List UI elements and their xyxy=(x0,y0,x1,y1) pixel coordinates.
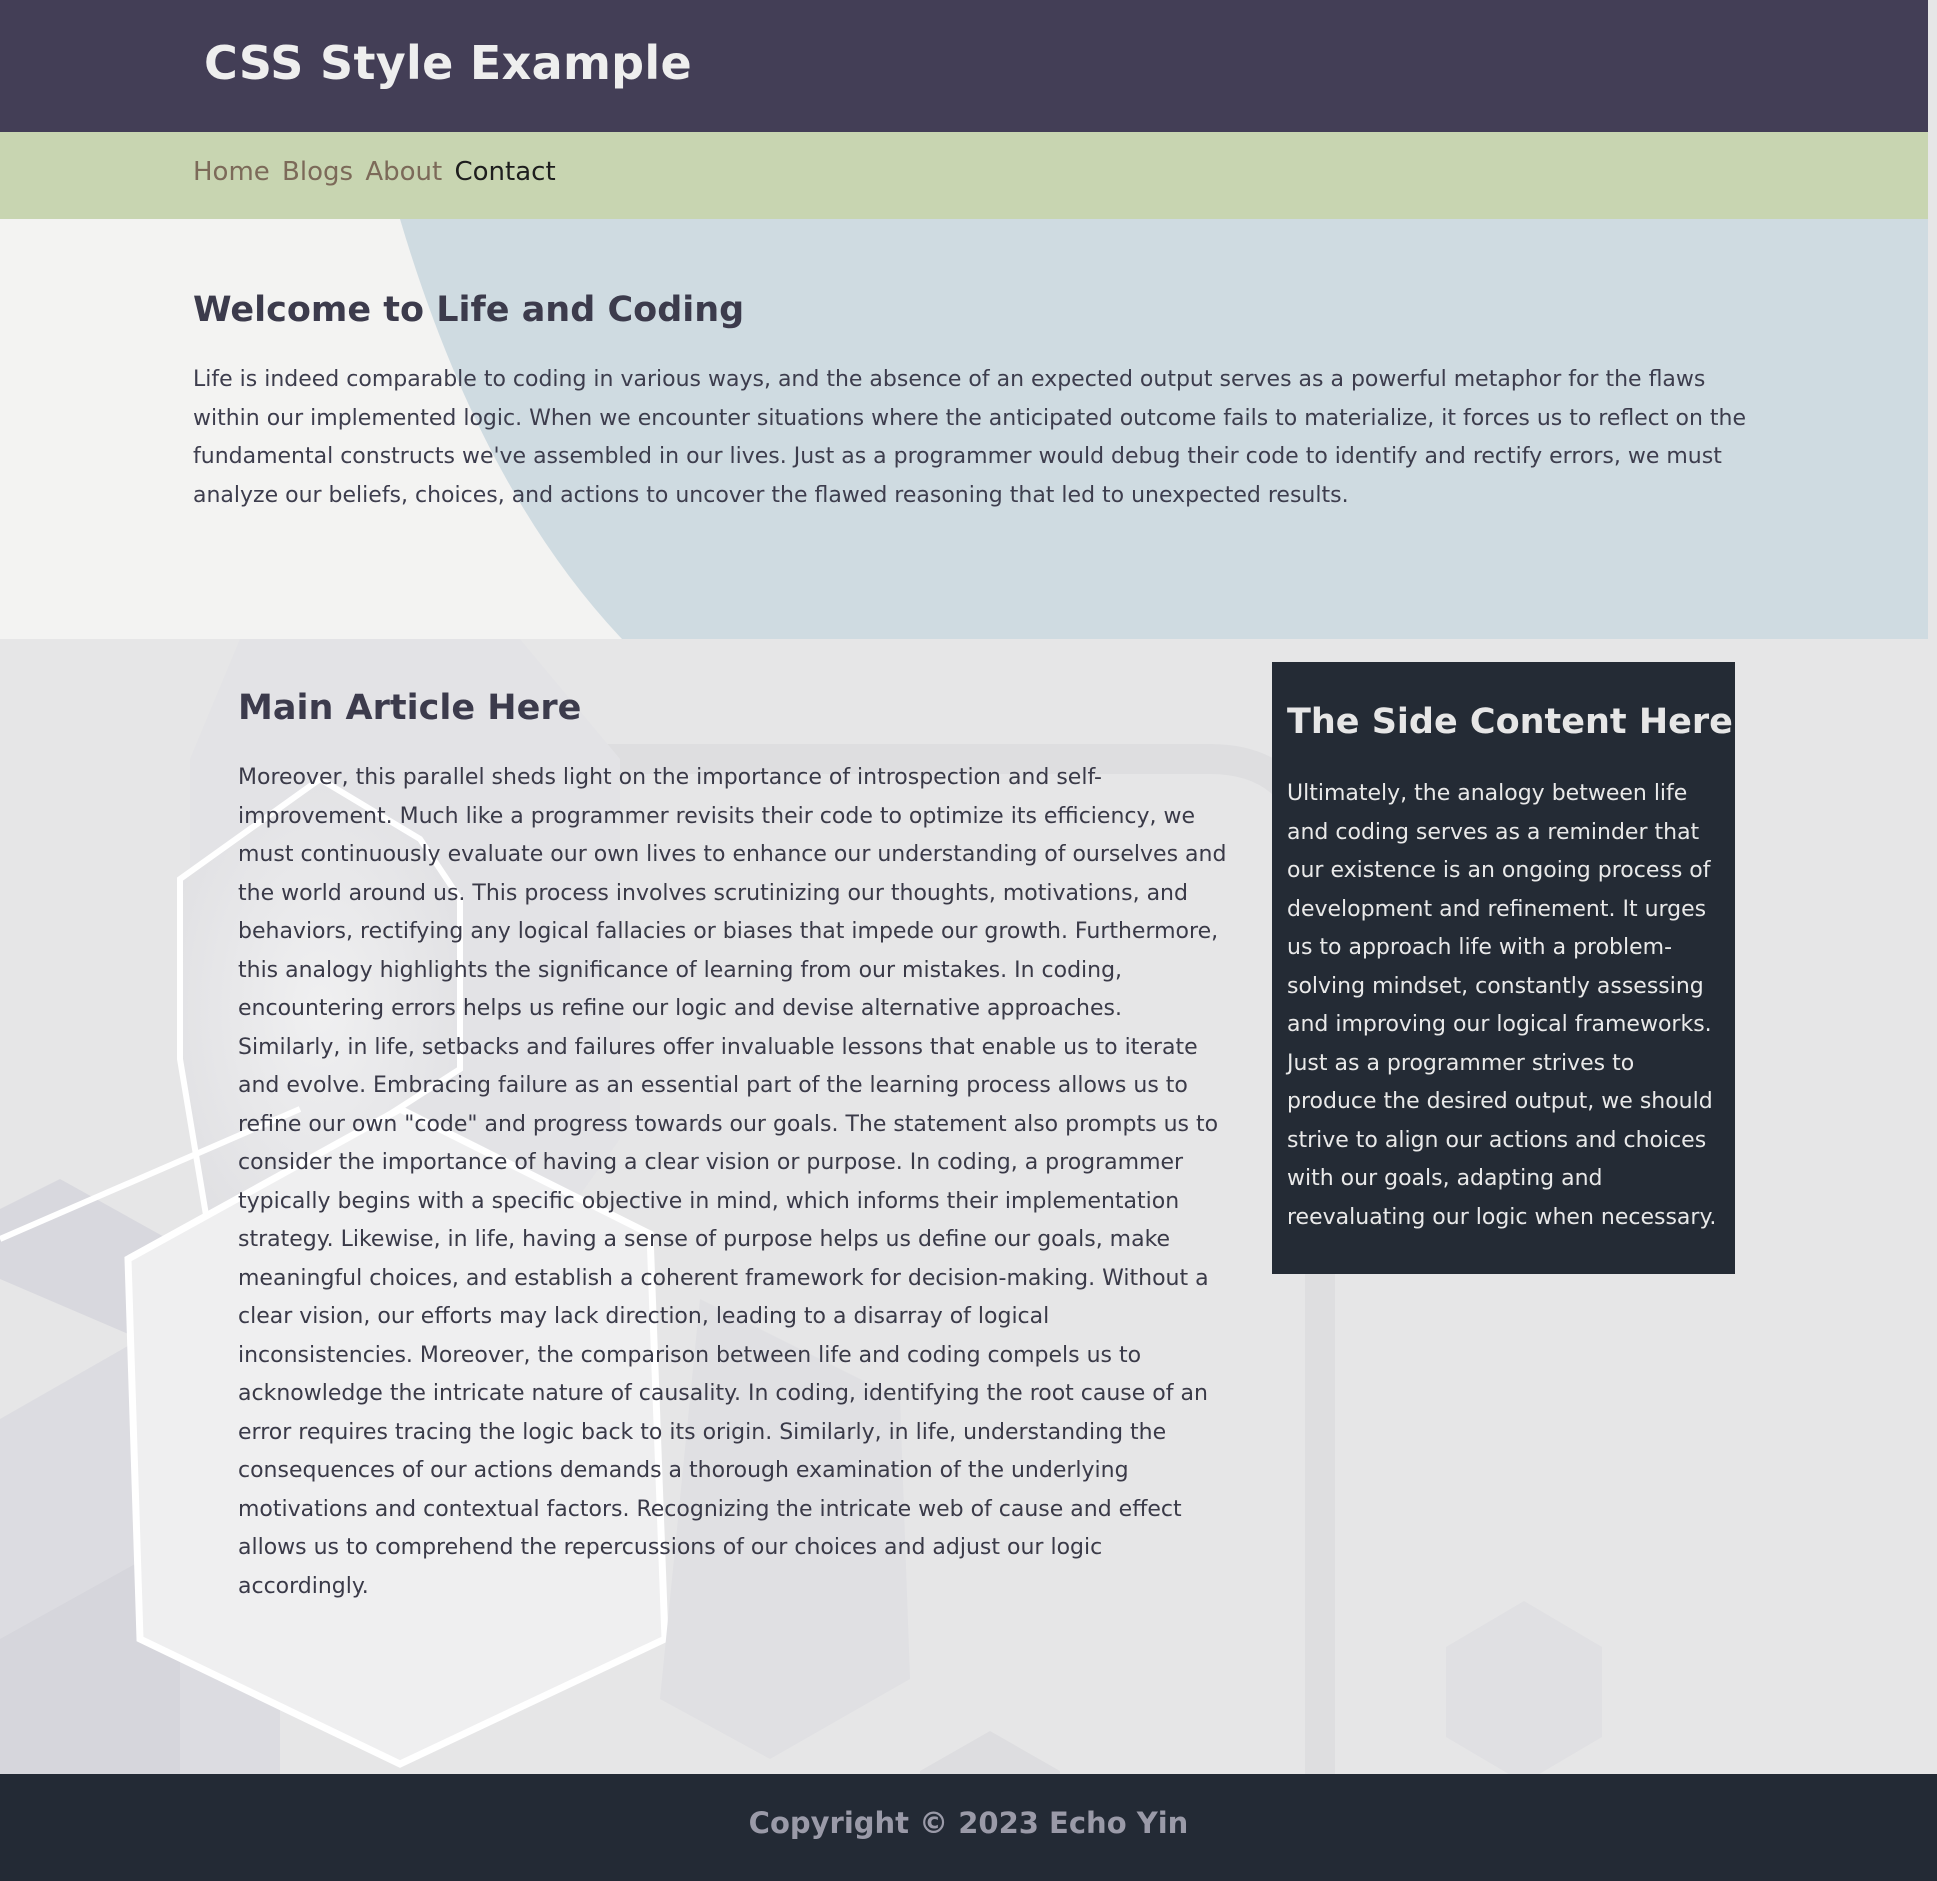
hero-title: Welcome to Life and Coding xyxy=(193,290,745,330)
site-title: CSS Style Example xyxy=(204,36,692,90)
main-article-title: Main Article Here xyxy=(238,688,582,728)
copyright-text: Copyright © 2023 Echo Yin xyxy=(748,1806,1189,1840)
nav-link-contact[interactable]: Contact xyxy=(454,157,555,187)
nav-link-blogs[interactable]: Blogs xyxy=(282,157,353,187)
side-content-paragraph: Ultimately, the analogy between life and… xyxy=(1287,781,1717,1230)
hero-paragraph: Life is indeed comparable to coding in v… xyxy=(193,367,1747,508)
nav-links: Home Blogs About Contact xyxy=(193,157,560,187)
nav-link-home[interactable]: Home xyxy=(193,157,270,187)
side-content-title: The Side Content Here xyxy=(1287,702,1733,742)
main-article-paragraph: Moreover, this parallel sheds light on t… xyxy=(238,765,1227,1599)
nav-link-about[interactable]: About xyxy=(365,157,442,187)
